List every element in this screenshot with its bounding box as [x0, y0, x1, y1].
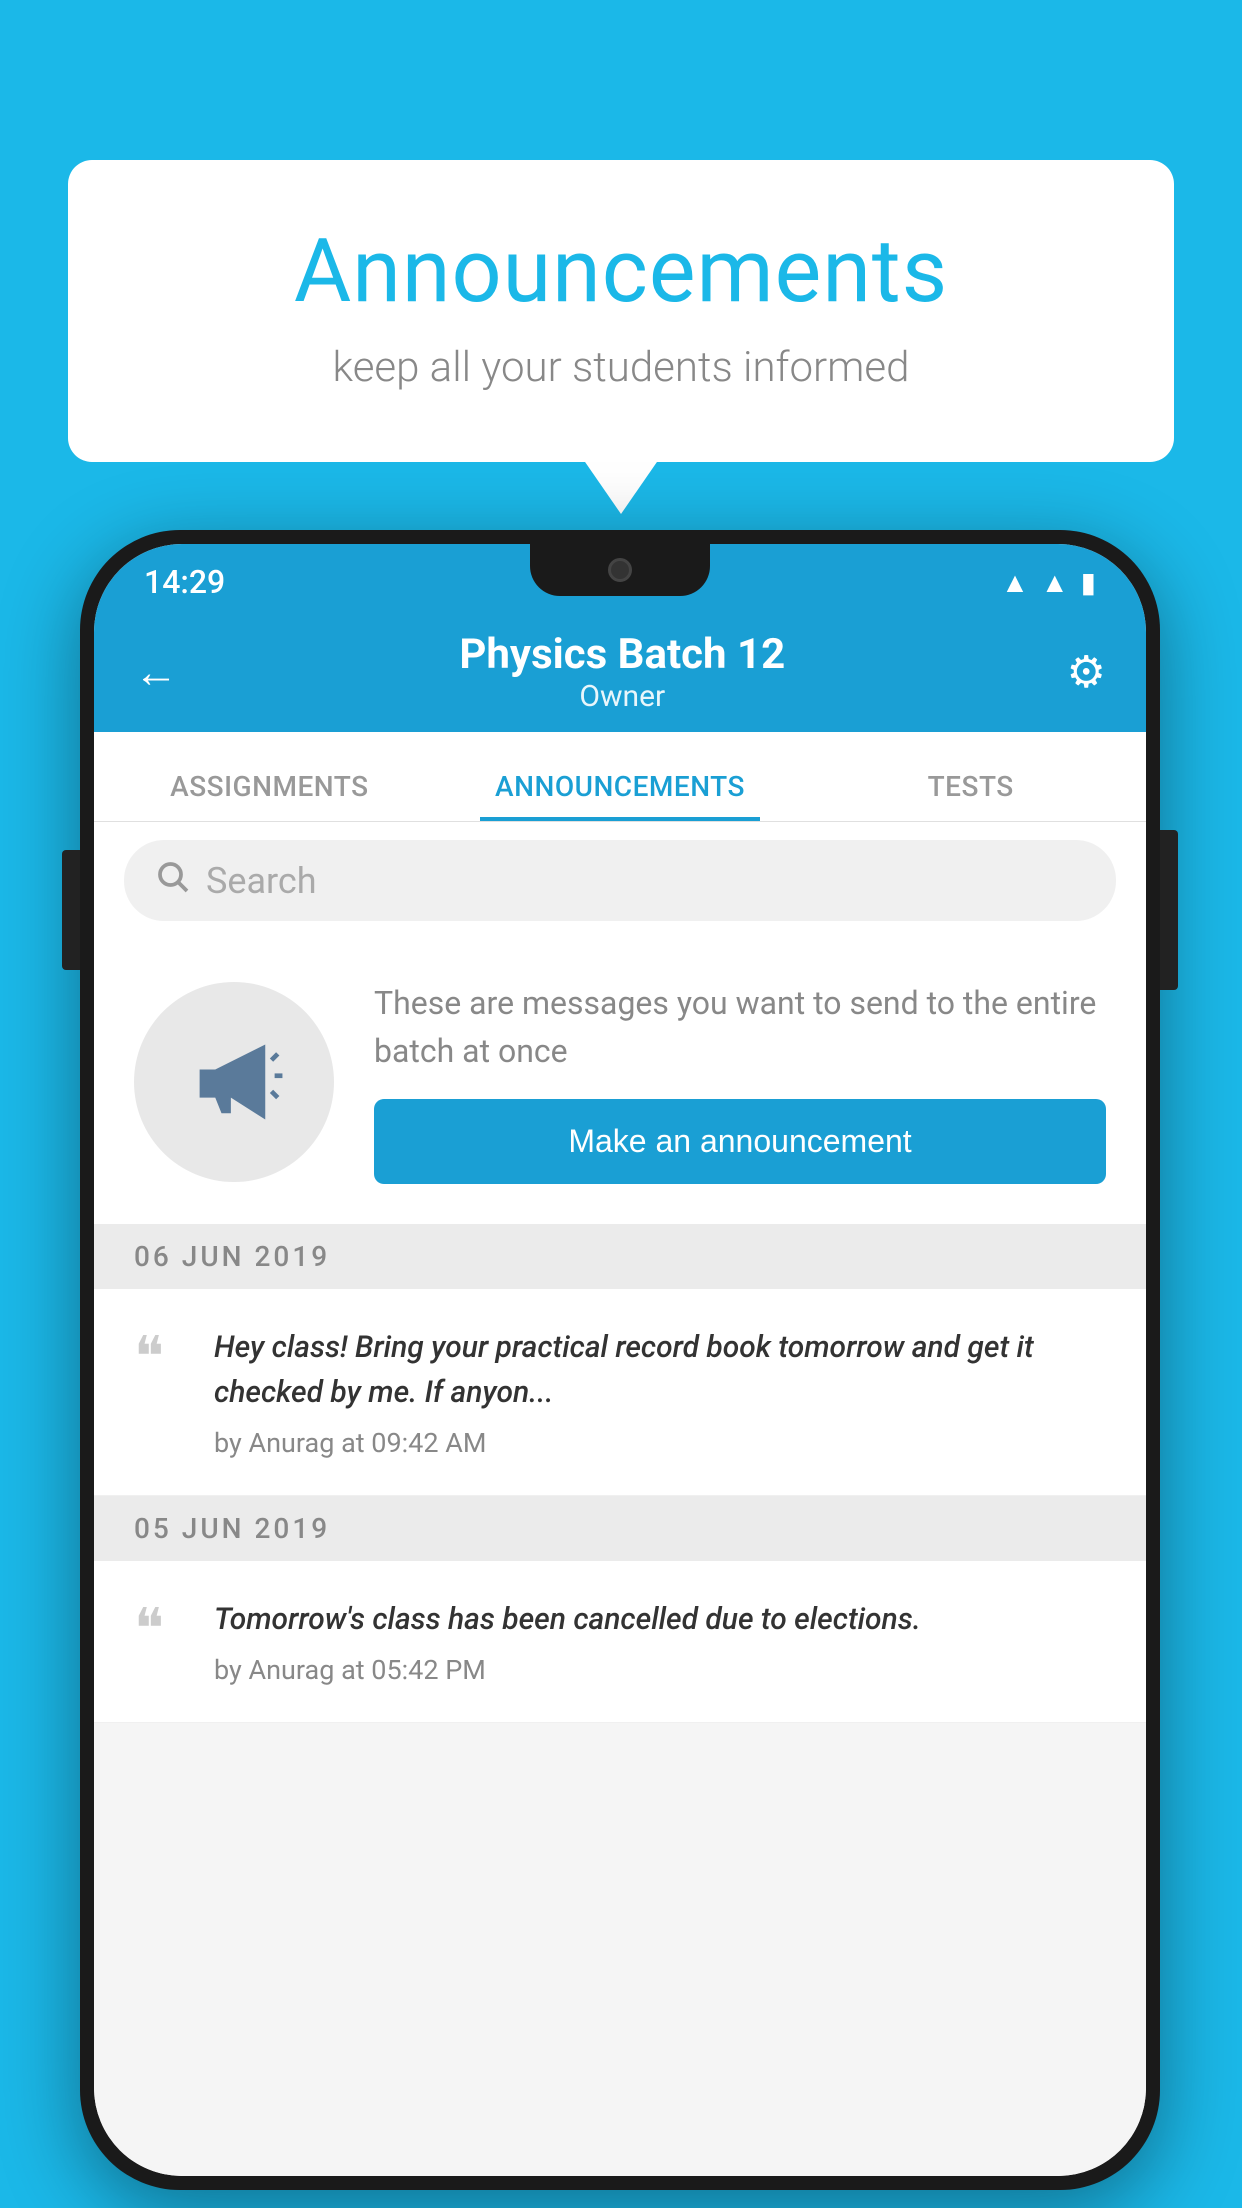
- app-header: ← Physics Batch 12 Owner ⚙: [94, 612, 1146, 732]
- search-placeholder: Search: [206, 860, 317, 902]
- header-title: Physics Batch 12: [459, 630, 785, 679]
- announcement-card: These are messages you want to send to t…: [94, 939, 1146, 1224]
- message-content-1: Hey class! Bring your practical record b…: [214, 1325, 1106, 1459]
- message-text-1: Hey class! Bring your practical record b…: [214, 1325, 1106, 1415]
- phone-outer: 14:29 ▲ ▲ ▮ ← Physics Batch 12 Owner ⚙: [80, 530, 1160, 2190]
- announce-description: These are messages you want to send to t…: [374, 979, 1106, 1075]
- message-item-1[interactable]: ❝ Hey class! Bring your practical record…: [94, 1289, 1146, 1496]
- date-separator-2: 05 JUN 2019: [94, 1496, 1146, 1561]
- tabs-bar: ASSIGNMENTS ANNOUNCEMENTS TESTS: [94, 732, 1146, 822]
- search-input-wrap[interactable]: Search: [124, 840, 1116, 921]
- speech-bubble-container: Announcements keep all your students inf…: [68, 160, 1174, 462]
- back-button[interactable]: ←: [134, 646, 178, 698]
- speech-bubble-title: Announcements: [148, 220, 1094, 323]
- quote-icon-2: ❝: [134, 1601, 184, 1657]
- message-meta-2: by Anurag at 05:42 PM: [214, 1654, 1106, 1686]
- status-time: 14:29: [144, 563, 225, 601]
- phone-wrapper: 14:29 ▲ ▲ ▮ ← Physics Batch 12 Owner ⚙: [80, 530, 1160, 2190]
- announce-text-side: These are messages you want to send to t…: [374, 979, 1106, 1184]
- tab-tests[interactable]: TESTS: [795, 770, 1146, 821]
- header-title-group: Physics Batch 12 Owner: [459, 630, 785, 714]
- make-announcement-button[interactable]: Make an announcement: [374, 1099, 1106, 1184]
- phone-notch: [530, 544, 710, 596]
- search-icon: [154, 858, 190, 903]
- megaphone-icon: [184, 1032, 284, 1132]
- gear-icon[interactable]: ⚙: [1067, 646, 1106, 698]
- tab-assignments[interactable]: ASSIGNMENTS: [94, 770, 445, 821]
- date-separator-1: 06 JUN 2019: [94, 1224, 1146, 1289]
- content-area: Search These are messages you: [94, 822, 1146, 2176]
- signal-icon: ▲: [1041, 566, 1069, 599]
- message-meta-1: by Anurag at 09:42 AM: [214, 1427, 1106, 1459]
- message-content-2: Tomorrow's class has been cancelled due …: [214, 1597, 1106, 1686]
- phone-inner: 14:29 ▲ ▲ ▮ ← Physics Batch 12 Owner ⚙: [94, 544, 1146, 2176]
- search-container: Search: [94, 822, 1146, 939]
- battery-icon: ▮: [1081, 566, 1096, 599]
- status-icons: ▲ ▲ ▮: [1001, 566, 1096, 599]
- header-subtitle: Owner: [459, 679, 785, 714]
- message-text-2: Tomorrow's class has been cancelled due …: [214, 1597, 1106, 1642]
- quote-icon-1: ❝: [134, 1329, 184, 1385]
- tab-announcements[interactable]: ANNOUNCEMENTS: [445, 770, 796, 821]
- speech-bubble-subtitle: keep all your students informed: [148, 343, 1094, 392]
- wifi-icon: ▲: [1001, 566, 1029, 599]
- message-item-2[interactable]: ❝ Tomorrow's class has been cancelled du…: [94, 1561, 1146, 1723]
- announcement-icon-circle: [134, 982, 334, 1182]
- speech-bubble: Announcements keep all your students inf…: [68, 160, 1174, 462]
- camera-icon: [608, 558, 632, 582]
